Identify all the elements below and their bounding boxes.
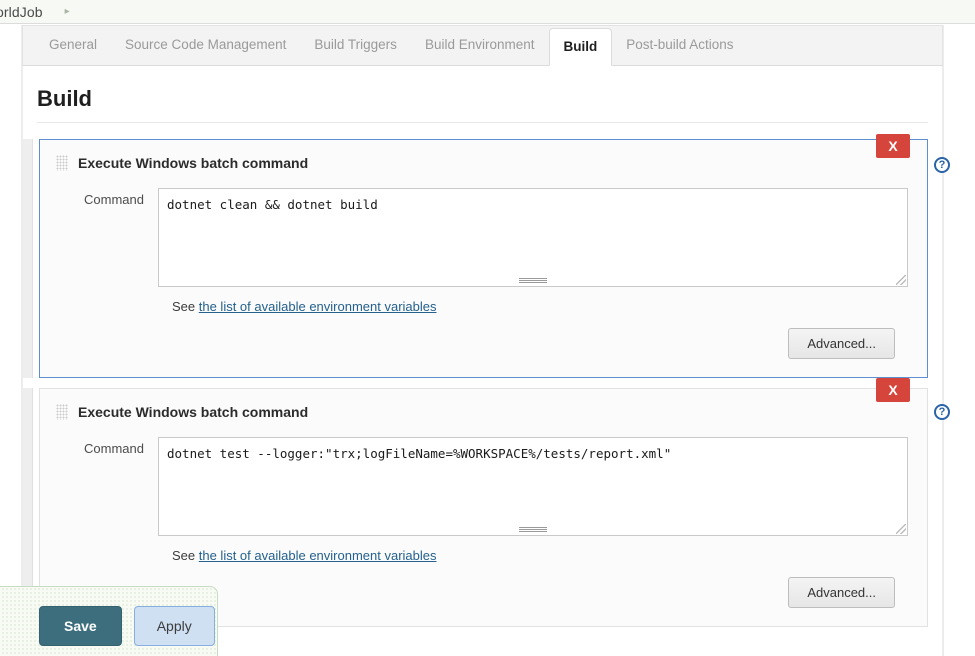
jenkins-job-config-page: orldJob ▸ General Source Code Management… [0,0,975,656]
build-step-1-command-row: Command dotnet clean && dotnet build [54,188,913,287]
build-step-1-gutter [23,139,33,378]
right-gutter [943,25,975,656]
delete-build-step-2-button[interactable]: X [876,378,910,402]
env-vars-hint-prefix: See [172,299,199,314]
command-label: Command [84,192,144,207]
drag-handle-icon[interactable] [56,155,68,171]
save-button[interactable]: Save [39,606,122,646]
config-content: Build X ? Execute Windows batch command … [22,66,950,656]
command-textarea-2-value: dotnet test --logger:"trx;logFileName=%W… [167,446,672,461]
config-tabbar: General Source Code Management Build Tri… [22,25,943,66]
build-step-1-header: Execute Windows batch command [54,152,913,174]
build-step-2-title: Execute Windows batch command [78,404,309,420]
command-textarea-2[interactable]: dotnet test --logger:"trx;logFileName=%W… [158,437,908,536]
textarea-resize-grip-icon[interactable] [519,278,547,283]
textarea-resize-grip-icon[interactable] [519,527,547,532]
build-step-1-advanced-row: Advanced... [54,328,913,359]
save-apply-bar: Save Apply [0,586,218,656]
tab-build[interactable]: Build [548,28,613,66]
textarea-corner-resize-icon[interactable] [896,524,906,534]
command-label: Command [84,441,144,456]
build-step-2-header: Execute Windows batch command [54,401,913,423]
drag-handle-icon[interactable] [56,404,68,420]
breadcrumb-job-link[interactable]: orldJob [0,4,43,20]
advanced-button[interactable]: Advanced... [788,577,895,608]
build-step-2-command-row: Command dotnet test --logger:"trx;logFil… [54,437,913,536]
command-textarea-1-value: dotnet clean && dotnet build [167,197,378,212]
title-divider [37,122,928,123]
caret-right-icon[interactable]: ▸ [65,6,70,17]
tab-source-code-management[interactable]: Source Code Management [111,25,300,65]
breadcrumb: orldJob ▸ [0,0,975,24]
build-steps-list: X ? Execute Windows batch command Comman… [23,134,950,627]
help-icon[interactable]: ? [934,404,950,420]
build-step-1[interactable]: Execute Windows batch command Command do… [39,139,928,378]
command-textarea-1[interactable]: dotnet clean && dotnet build [158,188,908,287]
apply-button[interactable]: Apply [133,606,215,646]
build-step-1-wrapper: X ? Execute Windows batch command Comman… [23,134,950,378]
env-vars-hint-2: See the list of available environment va… [172,548,913,563]
tab-build-triggers[interactable]: Build Triggers [300,25,411,65]
env-vars-hint-1: See the list of available environment va… [172,299,913,314]
tab-general[interactable]: General [35,25,111,65]
tab-post-build-actions[interactable]: Post-build Actions [612,25,747,65]
help-icon[interactable]: ? [934,157,950,173]
tab-build-environment[interactable]: Build Environment [411,25,549,65]
env-vars-link[interactable]: the list of available environment variab… [199,299,437,314]
textarea-corner-resize-icon[interactable] [896,275,906,285]
left-gutter [0,25,22,656]
delete-build-step-1-button[interactable]: X [876,134,910,158]
advanced-button[interactable]: Advanced... [788,328,895,359]
save-apply-bar-inner: Save Apply [0,587,217,656]
build-step-1-title: Execute Windows batch command [78,155,309,171]
env-vars-link[interactable]: the list of available environment variab… [199,548,437,563]
page-title: Build [37,86,92,111]
env-vars-hint-prefix: See [172,548,199,563]
